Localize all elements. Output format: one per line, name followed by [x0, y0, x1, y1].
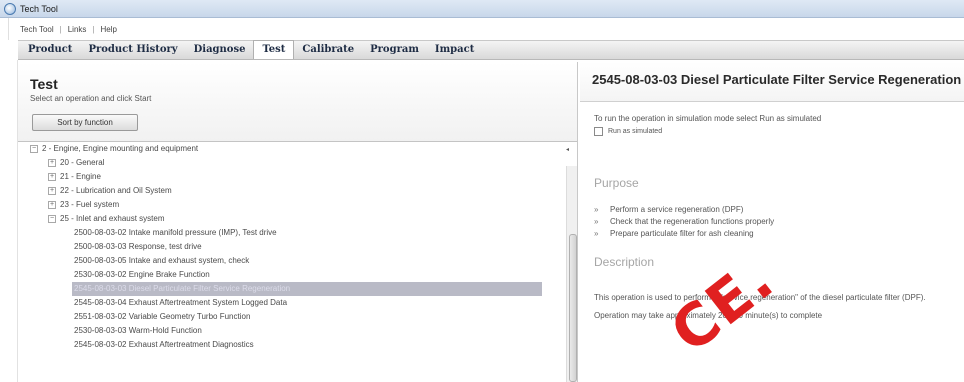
operation-title: 2545-08-03-03 Diesel Particulate Filter …	[592, 72, 962, 87]
tree-node-category[interactable]: +23 - Fuel system	[48, 198, 119, 212]
tree-node-label: 2 - Engine, Engine mounting and equipmen…	[42, 144, 199, 153]
menubar-divider	[8, 18, 9, 40]
tree-item-operation-selected[interactable]: 2545-08-03-03 Diesel Particulate Filter …	[72, 282, 542, 296]
menu-separator: |	[59, 24, 62, 34]
run-as-simulated-option[interactable]: Run as simulated	[594, 127, 662, 136]
tree-node-label: 20 - General	[60, 158, 105, 167]
bullet-icon: »	[594, 217, 599, 226]
run-as-simulated-label[interactable]: Run as simulated	[608, 128, 662, 135]
sort-by-function-button[interactable]: Sort by function	[32, 114, 138, 131]
app-logo-icon	[4, 2, 16, 15]
tree-item-operation[interactable]: 2545-08-03-04 Exhaust Aftertreatment Sys…	[74, 296, 287, 310]
menu-links[interactable]: Links	[68, 25, 87, 34]
tab-product[interactable]: Product	[20, 41, 80, 59]
tree-node-category[interactable]: +20 - General	[48, 156, 104, 170]
description-heading: Description	[594, 255, 655, 269]
operation-tree: −2 - Engine, Engine mounting and equipme…	[18, 142, 566, 382]
menu-help[interactable]: Help	[101, 25, 117, 34]
tree-node-category[interactable]: −25 - Inlet and exhaust system	[48, 212, 165, 226]
expand-toggle-icon[interactable]: +	[48, 172, 56, 181]
tab-calibrate[interactable]: Calibrate	[294, 41, 362, 59]
purpose-item: » Check that the regeneration functions p…	[594, 217, 775, 226]
tree-node-label: 23 - Fuel system	[60, 200, 120, 209]
operation-list-pane: Test Select an operation and click Start…	[18, 62, 578, 382]
bullet-icon: »	[594, 205, 599, 214]
tab-diagnose[interactable]: Diagnose	[186, 41, 254, 59]
purpose-heading: Purpose	[594, 176, 639, 190]
tree-item-operation[interactable]: 2545-08-03-02 Exhaust Aftertreatment Dia…	[74, 338, 254, 352]
simulation-instructions: To run the operation in simulation mode …	[594, 114, 822, 123]
run-as-simulated-checkbox[interactable]	[594, 127, 603, 136]
expand-toggle-icon[interactable]: +	[48, 186, 56, 195]
detail-header: 2545-08-03-03 Diesel Particulate Filter …	[580, 62, 964, 102]
tab-program[interactable]: Program	[362, 41, 427, 59]
tree-scrollbar[interactable]	[566, 166, 577, 382]
tab-product-history[interactable]: Product History	[80, 41, 185, 59]
tree-item-operation[interactable]: 2551-08-03-02 Variable Geometry Turbo Fu…	[74, 310, 250, 324]
tree-node-category[interactable]: +21 - Engine	[48, 170, 101, 184]
main-tab-bar: Product Product History Diagnose Test Ca…	[18, 40, 964, 60]
menu-bar: Tech Tool | Links | Help	[0, 18, 964, 40]
operation-detail-pane: 2545-08-03-03 Diesel Particulate Filter …	[580, 62, 964, 382]
purpose-item: » Prepare particulate filter for ash clea…	[594, 229, 754, 238]
tree-item-operation[interactable]: 2500-08-03-02 Intake manifold pressure (…	[74, 226, 277, 240]
collapse-toggle-icon[interactable]: −	[30, 144, 38, 153]
purpose-item: » Perform a service regeneration (DPF)	[594, 205, 744, 214]
window-titlebar: Tech Tool	[0, 0, 964, 18]
tree-node-group[interactable]: −2 - Engine, Engine mounting and equipme…	[30, 142, 198, 156]
operation-list-header: Test Select an operation and click Start…	[18, 62, 577, 142]
page-title: Test	[30, 76, 58, 92]
expand-toggle-icon[interactable]: +	[48, 200, 56, 209]
collapse-arrow-icon[interactable]: ◂	[566, 146, 569, 153]
bullet-icon: »	[594, 229, 599, 238]
instructions-text: Select an operation and click Start	[30, 94, 152, 103]
tree-item-operation[interactable]: 2530-08-03-03 Warm-Hold Function	[74, 324, 202, 338]
left-gutter	[0, 60, 18, 382]
tree-node-category[interactable]: +22 - Lubrication and Oil System	[48, 184, 172, 198]
window-title: Tech Tool	[20, 3, 58, 14]
tree-node-label: 25 - Inlet and exhaust system	[60, 214, 165, 223]
tree-item-operation[interactable]: 2500-08-03-05 Intake and exhaust system,…	[74, 254, 249, 268]
tree-item-operation[interactable]: 2500-08-03-03 Response, test drive	[74, 240, 202, 254]
scrollbar-thumb[interactable]	[569, 234, 577, 382]
tab-impact[interactable]: Impact	[427, 41, 482, 59]
tab-test[interactable]: Test	[253, 40, 295, 59]
menu-tech-tool[interactable]: Tech Tool	[20, 25, 54, 34]
tree-item-operation[interactable]: 2530-08-03-02 Engine Brake Function	[74, 268, 210, 282]
collapse-toggle-icon[interactable]: −	[48, 214, 56, 223]
expand-toggle-icon[interactable]: +	[48, 158, 56, 167]
tree-node-label: 21 - Engine	[60, 172, 101, 181]
tree-node-label: 22 - Lubrication and Oil System	[60, 186, 172, 195]
menu-separator: |	[92, 24, 95, 34]
